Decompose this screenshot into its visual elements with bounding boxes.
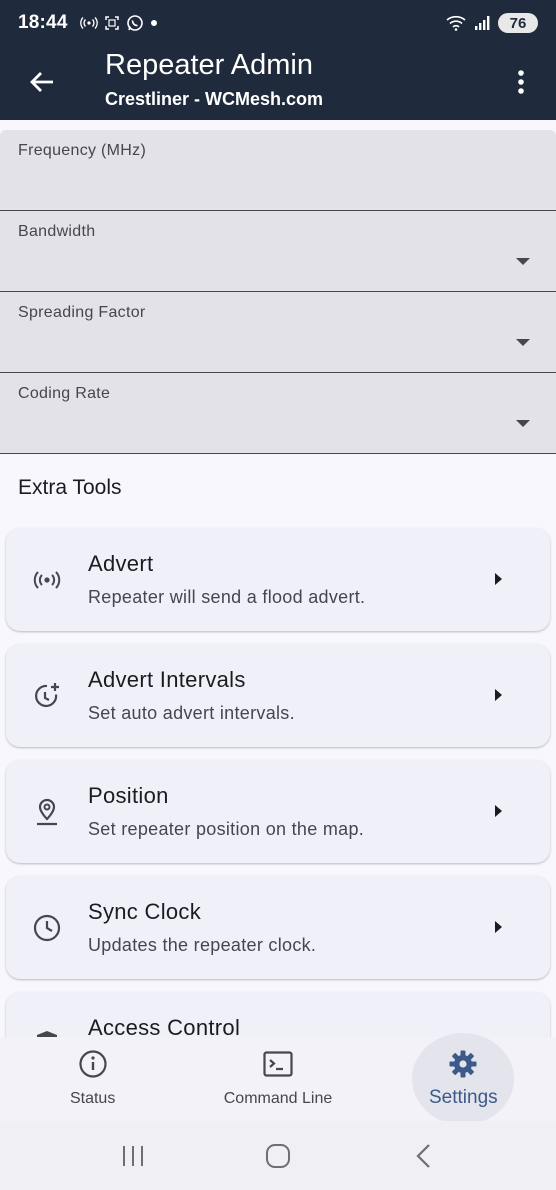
- frequency-field[interactable]: Frequency (MHz): [0, 130, 556, 211]
- more-options-button[interactable]: [506, 62, 536, 102]
- recent-apps-icon: [122, 1145, 143, 1166]
- chevron-left-icon: [416, 1143, 431, 1168]
- bottom-navigation: Status Command Line Settings: [0, 1033, 556, 1125]
- coding-rate-dropdown[interactable]: Coding Rate: [0, 373, 556, 454]
- section-title: Extra Tools: [18, 476, 122, 499]
- nav-item-status[interactable]: Status: [0, 1037, 185, 1121]
- hotspot-icon: [79, 17, 98, 29]
- dot-icon: [150, 20, 157, 26]
- chevron-right-icon: [495, 689, 502, 701]
- signal-icon: [475, 16, 490, 30]
- more-vert-icon: [518, 70, 524, 94]
- screenshot-icon: [104, 16, 119, 30]
- back-button[interactable]: [22, 62, 62, 102]
- tool-card-sync-clock[interactable]: Sync Clock Updates the repeater clock.: [6, 876, 550, 979]
- arrow-back-icon: [30, 72, 53, 92]
- battery-indicator: 76: [498, 13, 538, 33]
- chevron-right-icon: [495, 573, 502, 585]
- status-time: 18:44: [18, 12, 68, 33]
- field-label: Coding Rate: [18, 385, 111, 402]
- info-icon: [78, 1049, 108, 1079]
- card-subtitle: Updates the repeater clock.: [88, 935, 317, 955]
- bandwidth-dropdown[interactable]: Bandwidth: [0, 211, 556, 292]
- extra-tools-list: Advert Repeater will send a flood advert…: [6, 528, 550, 1108]
- card-title: Advert: [88, 551, 154, 576]
- chevron-right-icon: [495, 921, 502, 933]
- whatsapp-icon: [126, 15, 143, 31]
- status-bar: 18:44 76: [0, 0, 556, 46]
- tool-card-advert[interactable]: Advert Repeater will send a flood advert…: [6, 528, 550, 631]
- nav-item-settings[interactable]: Settings: [371, 1033, 556, 1125]
- clock-icon: [32, 913, 62, 943]
- terminal-icon: [263, 1049, 293, 1079]
- card-title: Advert Intervals: [88, 667, 246, 692]
- nav-item-command-line[interactable]: Command Line: [185, 1037, 370, 1121]
- gear-icon: [448, 1049, 478, 1079]
- card-subtitle: Repeater will send a flood advert.: [88, 587, 366, 607]
- nav-label: Status: [69, 1090, 116, 1107]
- system-back-button[interactable]: [393, 1136, 453, 1176]
- spreading-factor-dropdown[interactable]: Spreading Factor: [0, 292, 556, 373]
- dropdown-caret-icon: [516, 420, 530, 427]
- recent-apps-button[interactable]: [103, 1136, 163, 1176]
- card-subtitle: Set repeater position on the map.: [88, 819, 365, 839]
- card-title: Position: [88, 783, 169, 808]
- home-button[interactable]: [248, 1136, 308, 1176]
- radio-settings-form: Frequency (MHz) Bandwidth Spreading Fact…: [0, 130, 556, 454]
- field-label: Spreading Factor: [18, 304, 146, 321]
- broadcast-icon: [32, 565, 62, 595]
- dropdown-caret-icon: [516, 258, 530, 265]
- system-status-icons: 76: [446, 13, 538, 33]
- home-icon: [265, 1143, 290, 1168]
- field-label: Frequency (MHz): [18, 142, 147, 159]
- app-bar: Repeater Admin Crestliner - WCMesh.com: [0, 46, 556, 120]
- page-subtitle: Crestliner - WCMesh.com: [105, 89, 324, 109]
- tool-card-advert-intervals[interactable]: Advert Intervals Set auto advert interva…: [6, 644, 550, 747]
- field-label: Bandwidth: [18, 223, 96, 240]
- system-navigation-bar: [0, 1121, 556, 1190]
- active-indicator: [412, 1033, 515, 1125]
- nav-label: Command Line: [223, 1090, 333, 1107]
- wifi-icon: [446, 15, 466, 31]
- tool-card-position[interactable]: Position Set repeater position on the ma…: [6, 760, 550, 863]
- clock-add-icon: [32, 681, 62, 711]
- card-subtitle: Set auto advert intervals.: [88, 703, 295, 723]
- page-title: Repeater Admin: [105, 49, 313, 81]
- dropdown-caret-icon: [516, 339, 530, 346]
- notification-icons: [79, 14, 158, 32]
- location-pin-icon: [32, 797, 62, 827]
- card-title: Sync Clock: [88, 899, 202, 924]
- nav-label: Settings: [428, 1087, 498, 1108]
- chevron-right-icon: [495, 805, 502, 817]
